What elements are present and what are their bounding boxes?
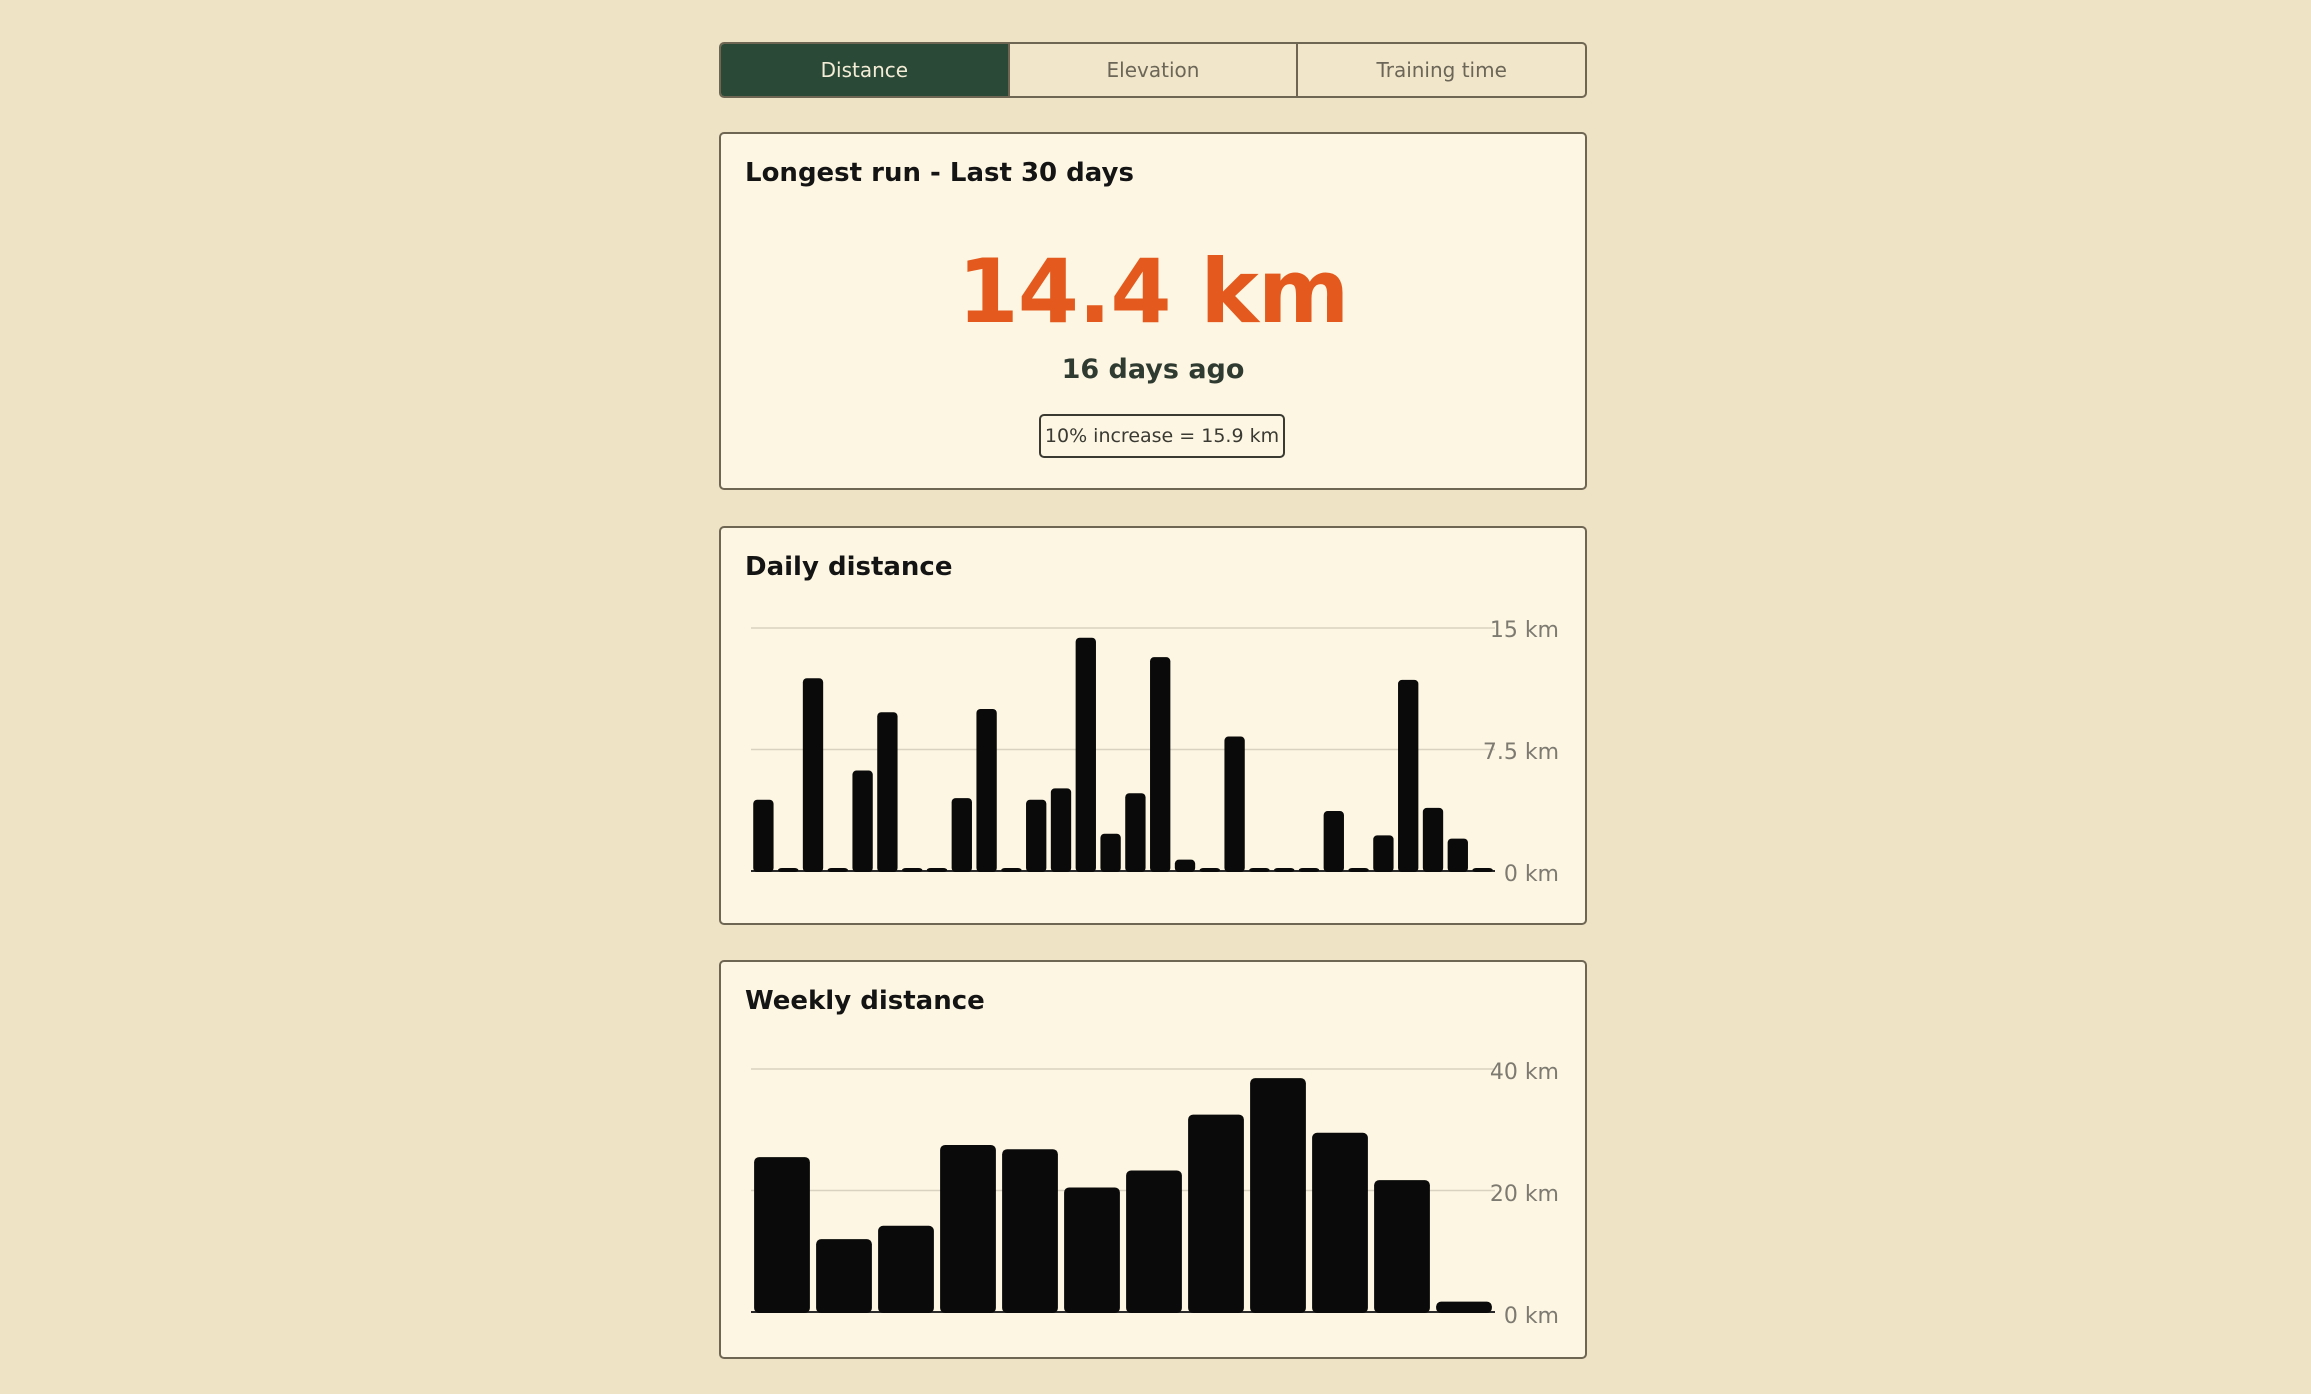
bar bbox=[976, 709, 997, 872]
bar bbox=[1125, 793, 1146, 872]
bar bbox=[1199, 868, 1220, 872]
bar bbox=[902, 868, 923, 872]
longest-run-card: Longest run - Last 30 days 14.4 km 16 da… bbox=[719, 132, 1587, 490]
metric-tabs: Distance Elevation Training time bbox=[719, 42, 1587, 98]
y-tick-label: 7.5 km bbox=[1483, 740, 1559, 765]
bar bbox=[1174, 859, 1196, 872]
y-tick-label: 20 km bbox=[1490, 1182, 1559, 1207]
y-tick-label: 15 km bbox=[1490, 618, 1559, 643]
bar bbox=[1348, 868, 1369, 872]
bar bbox=[1298, 868, 1320, 872]
bar bbox=[1188, 1114, 1244, 1313]
bar bbox=[1001, 868, 1022, 872]
bar bbox=[1126, 1170, 1182, 1313]
y-tick-label: 0 km bbox=[1504, 862, 1559, 887]
longest-run-date: 16 days ago bbox=[1061, 354, 1245, 385]
bar bbox=[816, 1239, 872, 1313]
bar bbox=[1250, 1078, 1306, 1313]
bar bbox=[1249, 868, 1270, 872]
bar bbox=[1436, 1301, 1492, 1313]
bar bbox=[1398, 679, 1419, 872]
bar bbox=[1447, 838, 1468, 872]
bar bbox=[1422, 807, 1444, 872]
tab-distance[interactable]: Distance bbox=[721, 44, 1008, 96]
bar bbox=[778, 868, 799, 872]
bar bbox=[1224, 736, 1245, 872]
bar bbox=[1050, 788, 1072, 872]
longest-run-value: 14.4 km bbox=[957, 240, 1350, 343]
bar bbox=[1100, 833, 1121, 872]
bar bbox=[1374, 1180, 1430, 1313]
bar bbox=[877, 712, 898, 872]
weekly-distance-chart: 40 km 20 km 0 km bbox=[751, 1060, 1559, 1329]
bar bbox=[802, 678, 824, 872]
daily-distance-chart: 15 km 7.5 km 0 km bbox=[751, 618, 1559, 887]
y-tick-label: 40 km bbox=[1490, 1060, 1559, 1085]
bar bbox=[827, 868, 848, 872]
longest-run-title: Longest run - Last 30 days bbox=[745, 158, 1134, 188]
bar bbox=[1075, 637, 1096, 872]
bar bbox=[753, 799, 774, 872]
tab-training-time[interactable]: Training time bbox=[1296, 44, 1585, 96]
bar bbox=[1312, 1132, 1368, 1313]
bar bbox=[1064, 1187, 1120, 1313]
bar bbox=[1373, 835, 1394, 872]
bar bbox=[940, 1144, 996, 1313]
daily-distance-card: Daily distance 15 km 7.5 km 0 km bbox=[719, 526, 1587, 925]
bar bbox=[951, 798, 972, 872]
bar bbox=[852, 770, 873, 872]
bar bbox=[1150, 657, 1171, 872]
bar bbox=[1002, 1149, 1058, 1313]
weekly-distance-card: Weekly distance 40 km 20 km 0 km bbox=[719, 960, 1587, 1359]
bar bbox=[1274, 868, 1295, 872]
bar bbox=[878, 1225, 934, 1313]
bar bbox=[1472, 868, 1493, 872]
tab-elevation[interactable]: Elevation bbox=[1007, 44, 1297, 96]
y-tick-label: 0 km bbox=[1504, 1304, 1559, 1329]
bar bbox=[1026, 799, 1047, 872]
bar bbox=[754, 1157, 810, 1313]
bar bbox=[1323, 811, 1344, 872]
bar bbox=[926, 868, 948, 872]
increase-badge: 10% increase = 15.9 km bbox=[1039, 414, 1285, 458]
